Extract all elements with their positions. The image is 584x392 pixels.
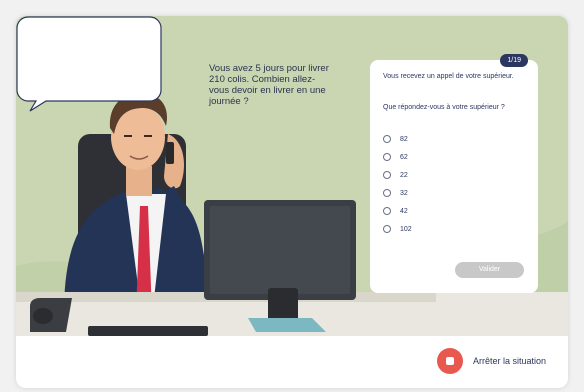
answer-option-82[interactable]: 82 — [383, 130, 412, 148]
stop-icon[interactable] — [437, 348, 463, 374]
answer-option-label: 82 — [400, 135, 408, 143]
question-counter: 1/19 — [500, 54, 528, 67]
answer-option-32[interactable]: 32 — [383, 184, 412, 202]
radio-icon[interactable] — [383, 135, 391, 143]
radio-icon[interactable] — [383, 189, 391, 197]
answer-option-22[interactable]: 22 — [383, 166, 412, 184]
question-intro: Vous recevez un appel de votre supérieur… — [383, 73, 514, 80]
answer-option-label: 62 — [400, 153, 408, 161]
validate-button[interactable]: Valider — [455, 262, 524, 278]
answer-option-label: 42 — [400, 207, 408, 215]
answer-option-label: 22 — [400, 171, 408, 179]
footer-bar: Arrêter la situation — [16, 336, 568, 388]
speech-bubble-text: Vous avez 5 jours pour livrer 210 colis.… — [209, 63, 329, 107]
answer-option-42[interactable]: 42 — [383, 202, 412, 220]
situation-card: Vous avez 5 jours pour livrer 210 colis.… — [16, 16, 568, 388]
question-panel: 1/19 Vous recevez un appel de votre supé… — [370, 54, 538, 293]
radio-icon[interactable] — [383, 207, 391, 215]
scene-illustration: Vous avez 5 jours pour livrer 210 colis.… — [16, 16, 568, 336]
answer-option-label: 32 — [400, 189, 408, 197]
speech-bubble — [16, 16, 162, 112]
stop-situation-button[interactable]: Arrêter la situation — [437, 348, 546, 374]
answer-option-102[interactable]: 102 — [383, 220, 412, 238]
stop-situation-label[interactable]: Arrêter la situation — [473, 356, 546, 366]
answer-option-62[interactable]: 62 — [383, 148, 412, 166]
radio-icon[interactable] — [383, 225, 391, 233]
answer-options: 82 62 22 32 42 102 — [383, 130, 412, 238]
radio-icon[interactable] — [383, 153, 391, 161]
question-prompt: Que répondez-vous à votre supérieur ? — [383, 104, 505, 111]
answer-option-label: 102 — [400, 225, 412, 233]
radio-icon[interactable] — [383, 171, 391, 179]
